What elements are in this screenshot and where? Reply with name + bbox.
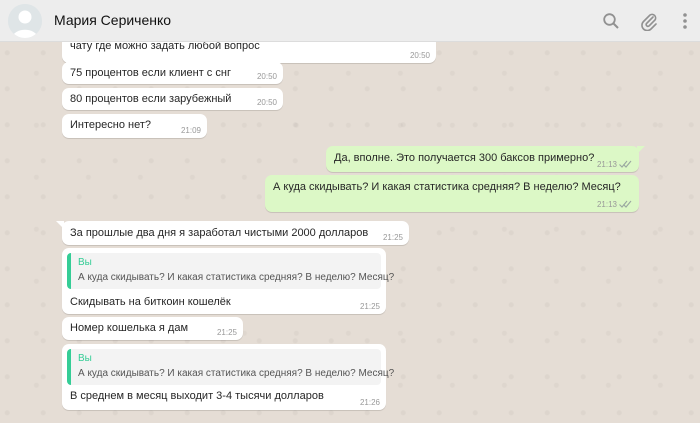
- message-text: В среднем в месяц выходит 3-4 тысячи дол…: [70, 390, 324, 402]
- message-time: 21:13: [596, 160, 617, 169]
- message-text: 75 процентов если клиент с снг: [70, 67, 231, 79]
- message-bubble[interactable]: чату где можно задать любой вопрос 20:50: [62, 42, 436, 63]
- message-text: чату где можно задать любой вопрос: [70, 42, 260, 52]
- message-time: 21:25: [359, 302, 380, 311]
- read-receipt-icon: [619, 200, 632, 208]
- message-bubble[interactable]: 75 процентов если клиент с снг 20:50: [62, 62, 283, 84]
- read-receipt-icon: [619, 160, 632, 168]
- quote-text: А куда скидывать? И какая статистика сре…: [78, 368, 395, 379]
- message-text: 80 процентов если зарубежный: [70, 93, 232, 105]
- message-time: 21:09: [180, 126, 201, 135]
- message-text: Скидывать на биткоин кошелёк: [70, 296, 231, 308]
- contact-name[interactable]: Мария Сериченко: [54, 12, 171, 28]
- quote-author: Вы: [78, 257, 92, 268]
- message-bubble[interactable]: За прошлые два дня я заработал чистыми 2…: [56, 221, 409, 245]
- attach-icon[interactable]: [638, 10, 660, 32]
- message-text: Интересно нет?: [70, 119, 151, 131]
- message-text: А куда скидывать? И какая статистика сре…: [273, 181, 621, 193]
- quote-text: А куда скидывать? И какая статистика сре…: [78, 272, 395, 283]
- quoted-message[interactable]: Вы А куда скидывать? И какая статистика …: [67, 349, 394, 385]
- quote-author: Вы: [78, 353, 92, 364]
- message-time: 20:50: [409, 51, 430, 60]
- default-avatar-icon: [8, 4, 42, 38]
- message-bubble[interactable]: Вы А куда скидывать? И какая статистика …: [62, 248, 394, 314]
- message-bubble[interactable]: Интересно нет? 21:09: [62, 114, 207, 138]
- message-bubble[interactable]: 80 процентов если зарубежный 20:50: [62, 88, 283, 110]
- menu-icon[interactable]: [674, 10, 696, 32]
- message-bubble[interactable]: Вы А куда скидывать? И какая статистика …: [62, 344, 394, 410]
- message-time: 21:25: [216, 328, 237, 337]
- quoted-message[interactable]: Вы А куда скидывать? И какая статистика …: [67, 253, 394, 289]
- message-list[interactable]: чату где можно задать любой вопрос 20:50…: [0, 42, 700, 423]
- message-bubble[interactable]: Да, вполне. Это получается 300 баксов пр…: [326, 146, 645, 172]
- message-bubble[interactable]: Номер кошелька я дам 21:25: [62, 317, 243, 340]
- message-time: 21:25: [382, 233, 403, 242]
- message-time: 20:50: [256, 98, 277, 107]
- avatar[interactable]: [8, 4, 42, 38]
- message-time: 20:50: [256, 72, 277, 81]
- message-bubble[interactable]: А куда скидывать? И какая статистика сре…: [265, 175, 639, 212]
- message-text: Номер кошелька я дам: [70, 322, 189, 334]
- message-time: 21:26: [359, 398, 380, 407]
- message-time: 21:13: [596, 200, 617, 209]
- chat-header: Мария Сериченко: [0, 0, 700, 42]
- message-text: За прошлые два дня я заработал чистыми 2…: [70, 227, 369, 239]
- message-text: Да, вполне. Это получается 300 баксов пр…: [334, 152, 595, 164]
- search-icon[interactable]: [600, 10, 622, 32]
